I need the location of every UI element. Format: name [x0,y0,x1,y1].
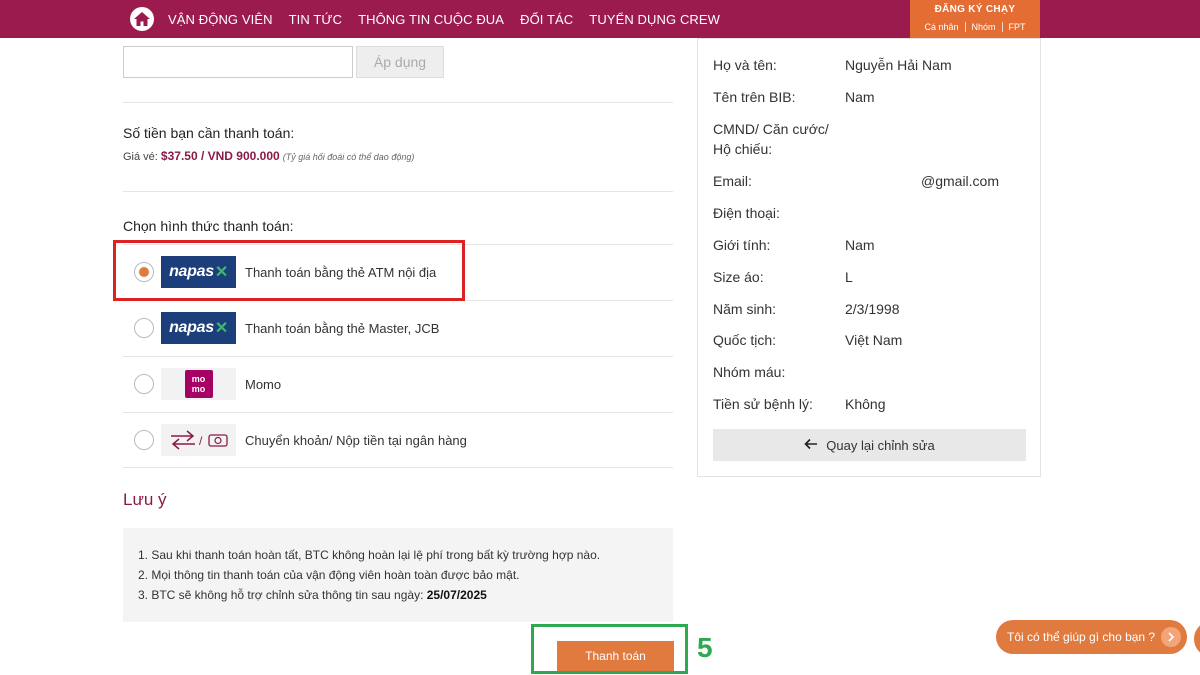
napas-logo-text: napas [169,263,214,280]
divider [123,191,673,192]
notes-title: Lưu ý [123,490,167,509]
nav-item-news[interactable]: TIN TỨC [289,12,342,27]
payment-option-label: Momo [245,377,282,392]
momo-logo: mo mo [161,368,236,400]
top-navbar: VẬN ĐỘNG VIÊN TIN TỨC THÔNG TIN CUỘC ĐUA… [0,0,1200,38]
chat-prompt: Tôi có thể giúp gì cho bạn ? [1007,630,1156,644]
info-label: CMND/ Căn cước/ Hộ chiếu: [713,121,829,157]
price-line: Giá vé: $37.50 / VND 900.000 (Tỷ giá hối… [123,149,414,163]
info-value: Nguyễn Hải Nam [845,57,952,73]
main-nav: VẬN ĐỘNG VIÊN TIN TỨC THÔNG TIN CUỘC ĐUA… [168,0,720,38]
payment-option-bank-transfer[interactable]: / Chuyển khoản/ Nộp tiền tại ngân hàng [123,412,673,468]
info-label: Email: [713,173,752,189]
info-value: Không [845,396,886,412]
payment-method-title: Chọn hình thức thanh toán: [123,218,294,234]
info-label: Giới tính: [713,237,771,253]
nav-item-race-info[interactable]: THÔNG TIN CUỘC ĐUA [358,12,504,27]
info-value: Việt Nam [845,332,903,348]
register-option-fpt[interactable]: FPT [1003,22,1032,32]
register-options: Cá nhân Nhóm FPT [910,22,1040,32]
radio-icon[interactable] [134,262,154,282]
bank-transfer-icon: / [161,424,236,456]
coupon-input[interactable] [123,46,353,78]
register-option-individual[interactable]: Cá nhân [918,22,966,32]
info-label: Họ và tên: [713,57,777,73]
note-item: 3. BTC sẽ không hỗ trợ chỉnh sửa thông t… [138,585,673,605]
info-label: Năm sinh: [713,301,777,317]
chevron-right-icon[interactable] [1161,627,1181,647]
nav-item-partners[interactable]: ĐỐI TÁC [520,12,573,27]
note-item-text: 3. BTC sẽ không hỗ trợ chỉnh sửa thông t… [138,588,424,602]
svg-text:/: / [199,434,203,448]
deadline-date: 25/07/2025 [426,588,487,602]
napas-logo: napas ✕ [161,312,236,344]
info-value: L [845,269,853,285]
info-value: @gmail.com [921,173,1000,189]
register-title[interactable]: ĐĂNG KÝ CHẠY [910,4,1040,15]
payment-amount-title: Số tiền bạn cần thanh toán: [123,125,295,141]
pay-button[interactable]: Thanh toán [557,641,674,671]
apply-coupon-button[interactable]: Áp dụng [356,46,444,78]
payment-option-label: Thanh toán bằng thẻ Master, JCB [245,321,440,336]
note-item: 1. Sau khi thanh toán hoàn tất, BTC khôn… [138,548,601,562]
nav-item-crew-recruitment[interactable]: TUYỂN DỤNG CREW [589,12,720,27]
napas-logo-text: napas [169,319,214,336]
register-option-group[interactable]: Nhóm [966,22,1003,32]
info-label: Điện thoại: [713,205,780,221]
note-item: 2. Mọi thông tin thanh toán của vận động… [138,568,520,582]
radio-icon[interactable] [134,318,154,338]
price-prefix: Giá vé: [123,151,158,163]
info-label: Tiền sử bệnh lý: [713,396,813,412]
arrow-left-icon [804,438,818,453]
info-value: Nam [845,237,875,253]
notes-box: 1. Sau khi thanh toán hoàn tất, BTC khôn… [123,528,673,622]
back-to-edit-label: Quay lại chỉnh sửa [826,437,935,453]
home-icon[interactable] [130,7,154,31]
momo-logo-text: mo mo [184,370,213,398]
payment-option-momo[interactable]: mo mo Momo [123,356,673,412]
info-value: 2/3/1998 [845,301,900,317]
info-label: Size áo: [713,269,764,285]
nav-item-athletes[interactable]: VẬN ĐỘNG VIÊN [168,12,273,27]
runner-info-card: Họ và tên: Nguyễn Hải Nam Tên trên BIB: … [697,38,1041,477]
payment-option-label: Thanh toán bằng thẻ ATM nội địa [245,265,437,280]
info-label: Nhóm máu: [713,364,786,380]
info-value: Nam [845,89,875,105]
exchange-rate-note: (Tỷ giá hối đoái có thể dao động) [282,152,415,162]
napas-logo: napas ✕ [161,256,236,288]
chat-launcher[interactable] [1194,620,1200,658]
step-number: 5 [697,632,713,663]
price-value: $37.50 / VND 900.000 [160,149,280,163]
radio-icon[interactable] [134,430,154,450]
chat-help-button[interactable]: Tôi có thể giúp gì cho bạn ? [996,620,1187,654]
info-label: Tên trên BIB: [713,89,796,105]
payment-option-label: Chuyển khoản/ Nộp tiền tại ngân hàng [245,433,467,448]
back-to-edit-button[interactable]: Quay lại chỉnh sửa [713,429,1026,461]
register-run-menu[interactable]: ĐĂNG KÝ CHẠY Cá nhân Nhóm FPT [910,0,1040,38]
divider [123,102,673,103]
info-label: Quốc tịch: [713,332,777,348]
radio-icon[interactable] [134,374,154,394]
payment-option-master-jcb[interactable]: napas ✕ Thanh toán bằng thẻ Master, JCB [123,300,673,356]
payment-option-atm[interactable]: napas ✕ Thanh toán bằng thẻ ATM nội địa [123,244,673,300]
